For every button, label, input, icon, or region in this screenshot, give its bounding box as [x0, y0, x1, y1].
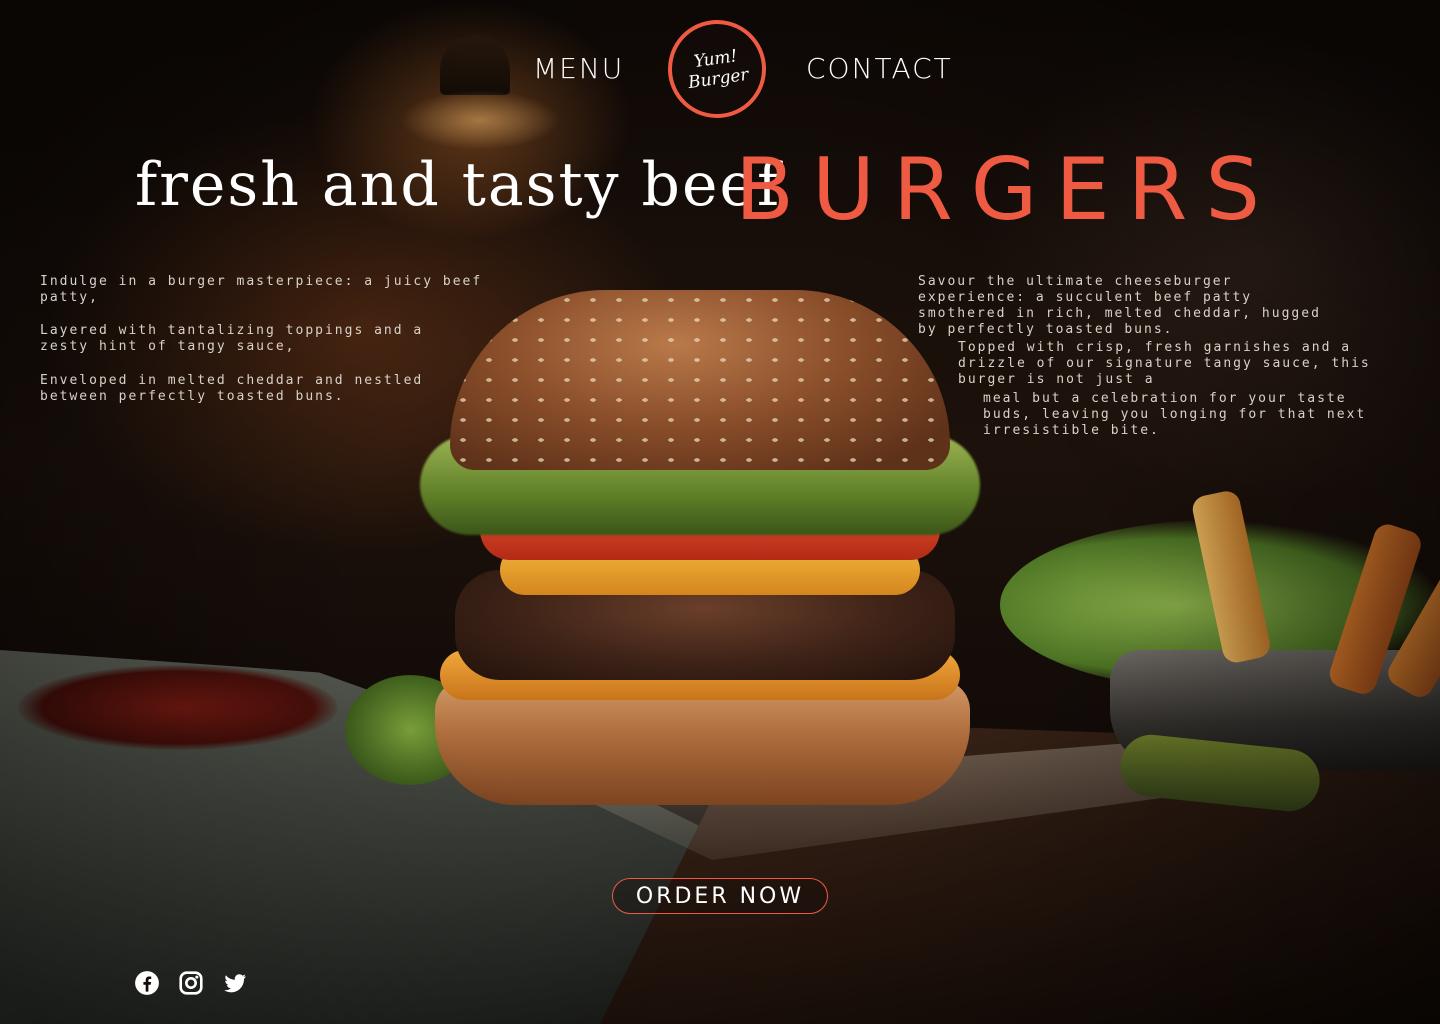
twitter-icon[interactable] — [222, 970, 248, 996]
right-copy-paragraph-1: Savour the ultimate cheeseburger experie… — [918, 274, 1321, 337]
left-copy-paragraph-2: Layered with tantalizing toppings and a … — [40, 323, 424, 354]
instagram-icon[interactable] — [178, 970, 204, 996]
right-copy-paragraph-2: Topped with crisp, fresh garnishes and a… — [958, 340, 1371, 387]
order-now-button[interactable]: ORDER NOW — [612, 878, 828, 914]
nav-contact-link[interactable]: CONTACT — [806, 52, 953, 85]
headline-burgers: BURGERS — [735, 140, 1279, 240]
headline-fresh-tasty-beef: fresh and tasty beef — [135, 150, 782, 220]
facebook-icon[interactable] — [134, 970, 160, 996]
left-copy-paragraph-3: Enveloped in melted cheddar and nestled … — [40, 373, 424, 404]
left-copy-paragraph-1: Indulge in a burger masterpiece: a juicy… — [40, 274, 483, 305]
nav-menu-link[interactable]: MENU — [533, 52, 624, 85]
right-copy-paragraph-3: meal but a celebration for your taste bu… — [983, 391, 1367, 438]
